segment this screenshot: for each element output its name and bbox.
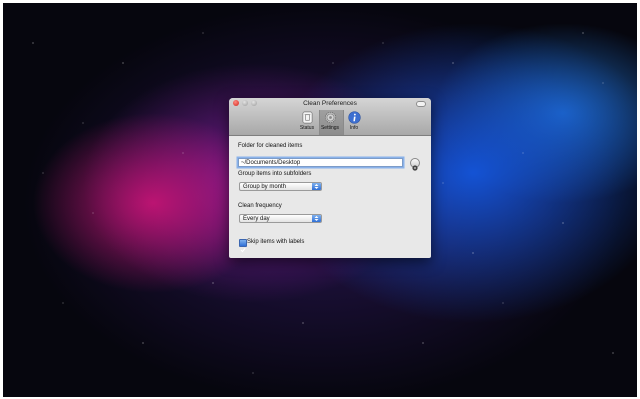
tab-info-label: Info xyxy=(349,125,359,131)
tab-settings[interactable]: Settings xyxy=(319,111,341,131)
frequency-popup[interactable]: Every day xyxy=(239,214,322,223)
group-label: Group items into subfolders xyxy=(238,171,312,177)
tab-info[interactable]: Info xyxy=(343,111,365,131)
tab-status[interactable]: Status xyxy=(296,111,318,131)
chevron-updown-icon xyxy=(312,183,321,190)
window-titlebar: Clean Preferences Status Settings Info xyxy=(229,98,431,136)
trash-icon xyxy=(301,111,313,124)
window-title: Clean Preferences xyxy=(303,100,357,107)
info-icon xyxy=(347,111,361,124)
tab-status-label: Status xyxy=(299,125,315,131)
preferences-window: Clean Preferences Status Settings Info F… xyxy=(229,98,431,258)
tab-settings-label: Settings xyxy=(320,125,340,131)
chevron-updown-icon xyxy=(312,215,321,222)
gear-icon xyxy=(324,111,336,124)
desktop-background: Clean Preferences Status Settings Info F… xyxy=(3,3,637,397)
group-popup-value: Group by month xyxy=(243,184,287,190)
frequency-label: Clean frequency xyxy=(238,203,282,209)
folder-label: Folder for cleaned items xyxy=(238,143,303,149)
skip-labels-checkbox[interactable] xyxy=(239,239,247,253)
toolbar-toggle-button[interactable] xyxy=(416,101,426,107)
folder-browse-icon xyxy=(412,165,418,171)
group-popup[interactable]: Group by month xyxy=(239,182,322,191)
browse-folder-button[interactable] xyxy=(410,158,420,171)
settings-pane: Folder for cleaned items ~/Documents/Des… xyxy=(229,136,431,258)
skip-labels-label: Skip items with labels xyxy=(247,239,305,245)
folder-path-field[interactable]: ~/Documents/Desktop xyxy=(238,158,403,167)
checkmark-icon xyxy=(240,247,246,253)
frequency-popup-value: Every day xyxy=(243,216,270,222)
